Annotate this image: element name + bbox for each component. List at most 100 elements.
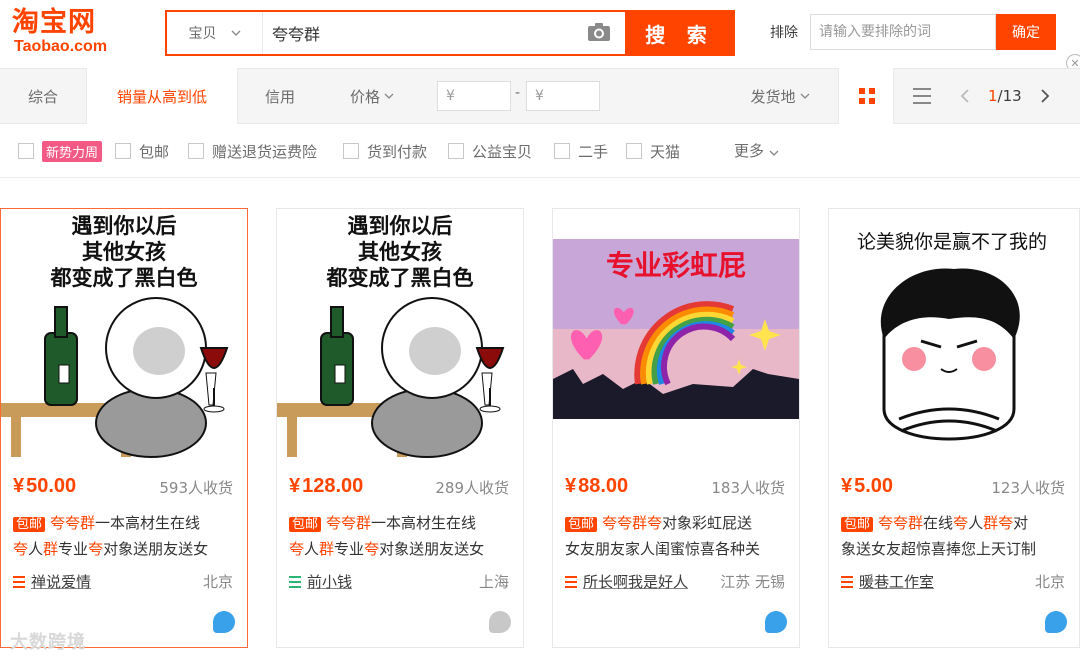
grid-view-button[interactable] [838, 68, 894, 124]
product-image[interactable]: 遇到你以后 其他女孩 都变成了黑白色 [277, 209, 523, 459]
chevron-down-icon [769, 150, 779, 156]
watermark: 大数跨境 [10, 632, 86, 653]
exclude-confirm-button[interactable]: 确定 [996, 14, 1056, 50]
page-total: /13 [997, 87, 1022, 105]
price-max-input[interactable]: ¥ [526, 81, 600, 111]
search-input[interactable] [264, 12, 624, 54]
checkbox[interactable] [626, 143, 642, 159]
title-text: 专业 [58, 540, 89, 558]
product-title[interactable]: 包邮 夸夸群一本高材生在线 夸人群专业夸对象送朋友送女 [289, 511, 515, 559]
meme-caption: 论美貌你是赢不了我的 [856, 231, 1047, 253]
wangwang-chat-icon[interactable] [489, 611, 511, 633]
taobao-logo[interactable]: 淘宝网 Taobao.com [12, 8, 130, 60]
sort-tab-label: 销量从高到低 [116, 87, 207, 106]
checkbox[interactable] [188, 143, 204, 159]
more-filters-button[interactable]: 更多 [734, 140, 779, 161]
filter-return-insurance[interactable]: 赠送退货运费险 [188, 140, 317, 162]
filter-charity[interactable]: 公益宝贝 [448, 140, 532, 162]
wangwang-chat-icon[interactable] [213, 611, 235, 633]
checkbox[interactable] [18, 143, 34, 159]
product-title[interactable]: 包邮 夸夸群在线夸人群夸对 象送女友超惊喜捧您上天订制 [841, 511, 1067, 559]
filter-label: 二手 [578, 142, 609, 161]
meme-drawing [1, 297, 229, 458]
shop-icon [841, 575, 853, 588]
filter-second-hand[interactable]: 二手 [554, 140, 608, 162]
location: 江苏 无锡 [720, 573, 785, 591]
meme-caption: 都变成了黑白色 [326, 266, 474, 290]
sort-bar: 综合 销量从高到低 信用 价格 ¥ - ¥ 发货地 1/13 [0, 68, 1080, 124]
wangwang-chat-icon[interactable] [1045, 611, 1067, 633]
keyword-highlight: 夸 [953, 514, 969, 532]
sort-tab-label: 价格 [349, 87, 380, 106]
product-price: ¥5.00 [841, 475, 893, 498]
product-card[interactable]: 论美貌你是赢不了我的 ¥5.00 123人收货 包邮 夸夸群在线夸人群夸对 象送女友… [828, 208, 1080, 648]
product-title[interactable]: 包邮 夸夸群夸对象彩虹屁送 女友朋友家人闺蜜惊喜各种关 [565, 511, 791, 559]
keyword-highlight: 夸夸群 [50, 514, 96, 532]
product-card[interactable]: 专业彩虹屁 ¥88.00 183人收货 包邮 夸夸群夸对象彩虹屁送 女友朋友家人闺蜜… [552, 208, 800, 648]
title-text: 象送女友超惊喜捧您上天订制 [841, 540, 1037, 558]
filter-new-arrivals[interactable]: 新势力周 [18, 140, 103, 162]
header: 淘宝网 Taobao.com 宝贝 搜 索 排除 确定 ✕ [0, 0, 1080, 72]
product-image[interactable]: 论美貌你是赢不了我的 [829, 209, 1075, 459]
keyword-highlight: 夸夸群 [878, 514, 924, 532]
shop-name: 暖巷工作室 [859, 573, 935, 591]
search-button[interactable]: 搜 索 [625, 10, 735, 56]
location: 北京 [1034, 573, 1065, 591]
meme-caption: 专业彩虹屁 [605, 249, 746, 282]
chevron-down-icon [231, 30, 240, 36]
title-text: 对象送朋友送女 [103, 540, 209, 558]
price-value: 50.00 [26, 475, 77, 497]
page-current: 1 [988, 87, 998, 105]
keyword-highlight: 夸 [13, 540, 29, 558]
title-text: 人 [28, 540, 44, 558]
filter-cash-on-delivery[interactable]: 货到付款 [343, 140, 427, 162]
list-view-button[interactable] [894, 69, 950, 123]
sort-tab-price[interactable]: 价格 [330, 69, 414, 123]
checkbox[interactable] [554, 143, 570, 159]
price-range-dash: - [515, 85, 521, 101]
shop-link[interactable]: 暖巷工作室 [841, 571, 934, 592]
filter-free-shipping[interactable]: 包邮 [115, 140, 169, 162]
chevron-right-icon[interactable] [1040, 89, 1050, 103]
product-card[interactable]: 遇到你以后 其他女孩 都变成了黑白色 ¥128.00 289人收货 包邮 夸夸群一… [276, 208, 524, 648]
list-icon [913, 88, 931, 104]
product-card[interactable]: 遇到你以后 其他女孩 都变成了黑白色 ¥50.00 593人收货 包邮 夸夸群一本… [0, 208, 248, 648]
currency-symbol: ¥ [13, 475, 25, 497]
search-scope-select[interactable]: 宝贝 [167, 12, 263, 54]
exclude-input[interactable] [810, 14, 996, 50]
keyword-highlight: 夸夸群 [326, 514, 372, 532]
chevron-down-icon [384, 93, 394, 99]
wangwang-chat-icon[interactable] [765, 611, 787, 633]
free-shipping-badge: 包邮 [289, 517, 322, 532]
keyword-highlight: 群 [319, 540, 335, 558]
sort-tab-default[interactable]: 综合 [0, 69, 86, 123]
keyword-highlight: 夸夸群夸 [602, 514, 663, 532]
product-price: ¥88.00 [565, 475, 628, 498]
title-text: 一本高材生在线 [371, 514, 477, 532]
search-bar: 宝贝 搜 索 [165, 10, 735, 56]
camera-icon[interactable] [587, 22, 611, 42]
keyword-highlight: 夸 [289, 540, 305, 558]
ship-from-select[interactable]: 发货地 [740, 69, 820, 123]
rainbow-image [553, 239, 799, 419]
product-image[interactable]: 专业彩虹屁 [553, 209, 799, 459]
chevron-left-icon[interactable] [960, 89, 970, 103]
currency-label: ¥ [446, 88, 455, 104]
keyword-highlight: 夸 [88, 540, 104, 558]
shop-link[interactable]: 禅说爱情 [13, 571, 91, 592]
sort-tab-sales[interactable]: 销量从高到低 [86, 68, 238, 124]
price-min-input[interactable]: ¥ [437, 81, 511, 111]
sort-tab-credit[interactable]: 信用 [240, 69, 320, 123]
shop-link[interactable]: 前小钱 [289, 571, 352, 592]
currency-symbol: ¥ [841, 475, 853, 497]
free-shipping-badge: 包邮 [841, 517, 874, 532]
product-image[interactable]: 遇到你以后 其他女孩 都变成了黑白色 [1, 209, 247, 459]
shop-icon [13, 575, 25, 588]
price-value: 128.00 [302, 475, 364, 497]
product-title[interactable]: 包邮 夸夸群一本高材生在线 夸人群专业夸对象送朋友送女 [13, 511, 239, 559]
checkbox[interactable] [343, 143, 359, 159]
checkbox[interactable] [115, 143, 131, 159]
checkbox[interactable] [448, 143, 464, 159]
shop-link[interactable]: 所长啊我是好人 [565, 571, 688, 592]
filter-tmall[interactable]: 天猫 [626, 140, 680, 162]
